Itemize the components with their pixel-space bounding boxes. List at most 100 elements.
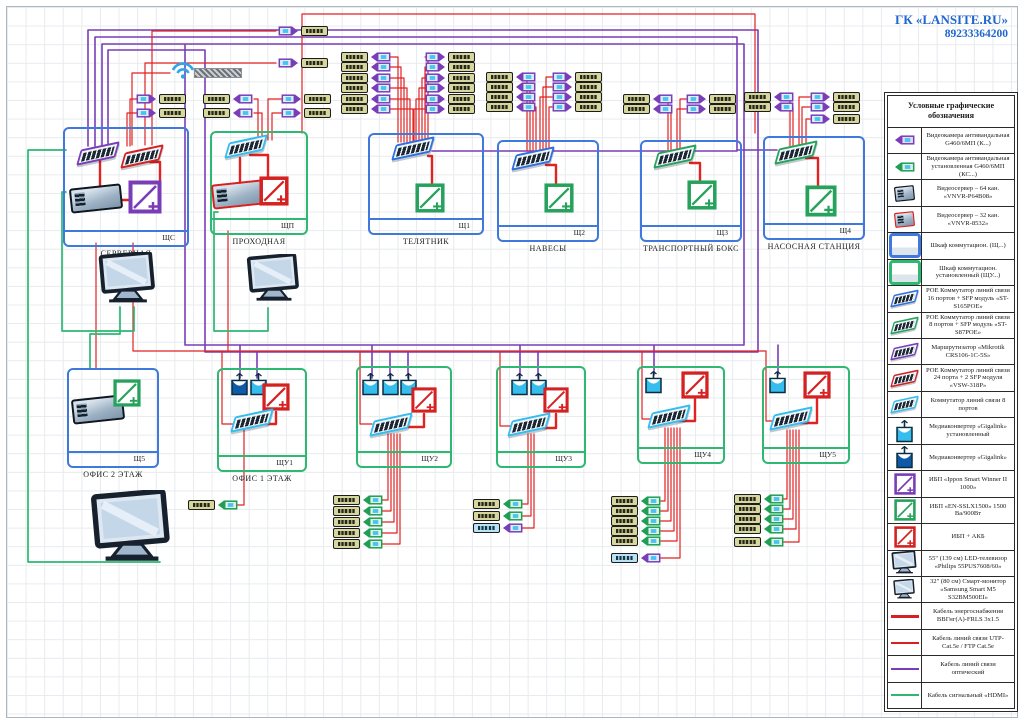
ups-en-ssl-icon [805, 185, 837, 217]
legend-icon-switch-purple [888, 339, 922, 364]
drawing-grid [6, 6, 1018, 718]
poe-switch-16-icon [513, 151, 553, 166]
cabinet-id: ЩУ5 [764, 447, 848, 462]
cabinet-title: НАСОСНАЯ СТАНЦИЯ [768, 242, 861, 251]
legend-icon-server-red [888, 207, 922, 232]
legend-icon-switch-blue [888, 286, 922, 311]
legend-icon-line-hdmi [888, 683, 922, 708]
ups-akb-icon [411, 387, 437, 413]
legend-icon-converter-cyan [888, 418, 922, 443]
legend-row-label: ИБП «EN-SSLX1500» 1500 Ва/900Вт [922, 498, 1014, 523]
legend-icon-line-optic [888, 656, 922, 681]
legend-row-label: Видеосервер – 32 кан. «VNVR-8532» [922, 207, 1014, 232]
media-converter-icon [382, 373, 399, 396]
media-converter-icon [231, 373, 248, 396]
ups-en-ssl-icon [113, 379, 141, 407]
cabinet-id: ЩУ4 [639, 447, 723, 462]
cabinet-id: ЩУ2 [358, 451, 450, 466]
legend-row: Коммутатор линий связи 8 портов [888, 391, 1014, 417]
legend-row: Кабель линий связи оптический [888, 655, 1014, 681]
ups-ippon-icon [128, 180, 162, 214]
legend-row: Шкаф коммутацион. установленный (ЩУ...) [888, 259, 1014, 285]
cabinet-id: Щ2 [499, 225, 597, 240]
wifi-ssid-label [194, 68, 242, 78]
switch-8port-icon [226, 139, 266, 154]
legend-row-label: Шкаф коммутацион. (Щ...) [922, 233, 1014, 258]
legend-icon-converter-blue [888, 445, 922, 470]
legend-row: Видеокамера антивандальная установленная… [888, 153, 1014, 179]
monitor-32-icon [98, 252, 158, 306]
legend-row: Шкаф коммутацион. (Щ...) [888, 232, 1014, 258]
legend-row: POE Коммутатор линий связи 8 портов + SF… [888, 312, 1014, 338]
legend-row-label: ИБП + АКБ [922, 524, 1014, 549]
company-name: ГК «LANSITE.RU» [895, 12, 1008, 28]
legend-icon-ups-green [888, 498, 922, 523]
ups-akb-icon [681, 371, 709, 399]
poe-switch-16-icon [393, 141, 433, 156]
legend-row-label: POE Коммутатор линий связи 24 порта + 2 … [922, 365, 1014, 390]
cabinet-title: ОФИС 1 ЭТАЖ [232, 474, 292, 483]
network-diagram-sheet: ЩС СЕРВЕРНАЯ ЩП ПРОХОДНАЯ Щ1 ТЕЛЯТНИК Щ2… [0, 0, 1024, 724]
poe-switch-24-icon [122, 149, 162, 164]
media-converter-icon [769, 371, 786, 394]
switch-8port-icon [771, 411, 811, 426]
poe-switch-8-icon [776, 145, 816, 160]
ups-akb-icon [262, 383, 290, 411]
legend-row-label: 32" (80 см) Смарт-монитор «Samsung Smart… [922, 577, 1014, 602]
switch-8port-icon [371, 417, 411, 432]
legend-row-label: Коммутатор линий связи 8 портов [922, 392, 1014, 417]
mikrotik-router-icon [78, 146, 118, 161]
legend-row-label: Медиаконвертер «Gigalink» [922, 445, 1014, 470]
cabinet-title: ОФИС 2 ЭТАЖ [83, 470, 143, 479]
cabinet-id: Щ1 [370, 218, 482, 233]
legend-icon-switch-cyan [888, 392, 922, 417]
legend-icon-switch-green [888, 313, 922, 338]
legend-row: 55" (139 см) LED-телевизор «Philips 55PU… [888, 550, 1014, 576]
legend-row: Маршрутизатор «Mikrotik CRS106-1C-5S» [888, 338, 1014, 364]
ups-akb-icon [259, 176, 289, 206]
cabinet-id: ЩУ3 [498, 451, 584, 466]
legend-icon-ups-purple [888, 471, 922, 496]
cabinet-id: ЩП [212, 218, 306, 233]
media-converter-icon [362, 373, 379, 396]
legend-row: ИБП «Ippon Smart Winner II 1000» [888, 470, 1014, 496]
legend-icon-line-power [888, 603, 922, 628]
cabinet-id: Щ4 [765, 223, 863, 238]
ups-en-ssl-icon [544, 183, 574, 213]
legend-icon-camera-purple [888, 128, 922, 153]
legend-icon-camera-green [888, 154, 922, 179]
legend-row-label: 55" (139 см) LED-телевизор «Philips 55PU… [922, 551, 1014, 576]
cabinet-title: ТЕЛЯТНИК [403, 237, 449, 246]
legend-row-label: ИБП «Ippon Smart Winner II 1000» [922, 471, 1014, 496]
ups-akb-icon [543, 387, 569, 413]
legend-row: Видеокамера антивандальная G460/6МП (К..… [888, 127, 1014, 153]
cabinet-title: ПРОХОДНАЯ [232, 237, 285, 246]
monitor-32-icon [246, 254, 302, 304]
company-phone: 89233364200 [895, 28, 1008, 40]
legend-row-label: Кабель сигнальный «HDMI» [922, 683, 1014, 708]
wifi-icon [170, 60, 196, 80]
legend-row: Медиаконвертер «Gigalink» установленный [888, 417, 1014, 443]
legend-row: Кабель сигнальный «HDMI» [888, 682, 1014, 708]
media-converter-icon [511, 373, 528, 396]
legend-row-label: POE Коммутатор линий связи 8 портов + SF… [922, 313, 1014, 338]
switch-8port-icon [232, 413, 272, 428]
cabinet-id: ЩУ1 [219, 455, 305, 470]
cabinet-title: ТРАНСПОРТНЫЙ БОКС [643, 244, 739, 253]
video-server-32-icon [212, 182, 264, 207]
legend-row-label: Видеокамера антивандальная G460/6МП (К..… [922, 128, 1014, 153]
legend-row: Кабель энергоснабжения ВВГнг(А)-FRLS 3х1… [888, 602, 1014, 628]
legend-row-label: Видеосервер – 64 кан. «VNVR-P64B08» [922, 180, 1014, 205]
legend-row-label: Кабель энергоснабжения ВВГнг(А)-FRLS 3х1… [922, 603, 1014, 628]
legend-row: ИБП «EN-SSLX1500» 1500 Ва/900Вт [888, 497, 1014, 523]
legend-panel: Условные графические обозначения Видеока… [884, 92, 1018, 712]
legend-row-label: Маршрутизатор «Mikrotik CRS106-1C-5S» [922, 339, 1014, 364]
legend-title: Условные графические обозначения [888, 96, 1014, 127]
switch-8port-icon [649, 409, 689, 424]
cabinet-title: НАВЕСЫ [529, 244, 566, 253]
legend-row: Видеосервер – 32 кан. «VNVR-8532» [888, 206, 1014, 232]
legend-row: POE Коммутатор линий связи 16 портов + S… [888, 285, 1014, 311]
legend-icon-switch-red [888, 365, 922, 390]
legend-row: Медиаконвертер «Gigalink» [888, 444, 1014, 470]
switch-8port-icon [509, 417, 549, 432]
